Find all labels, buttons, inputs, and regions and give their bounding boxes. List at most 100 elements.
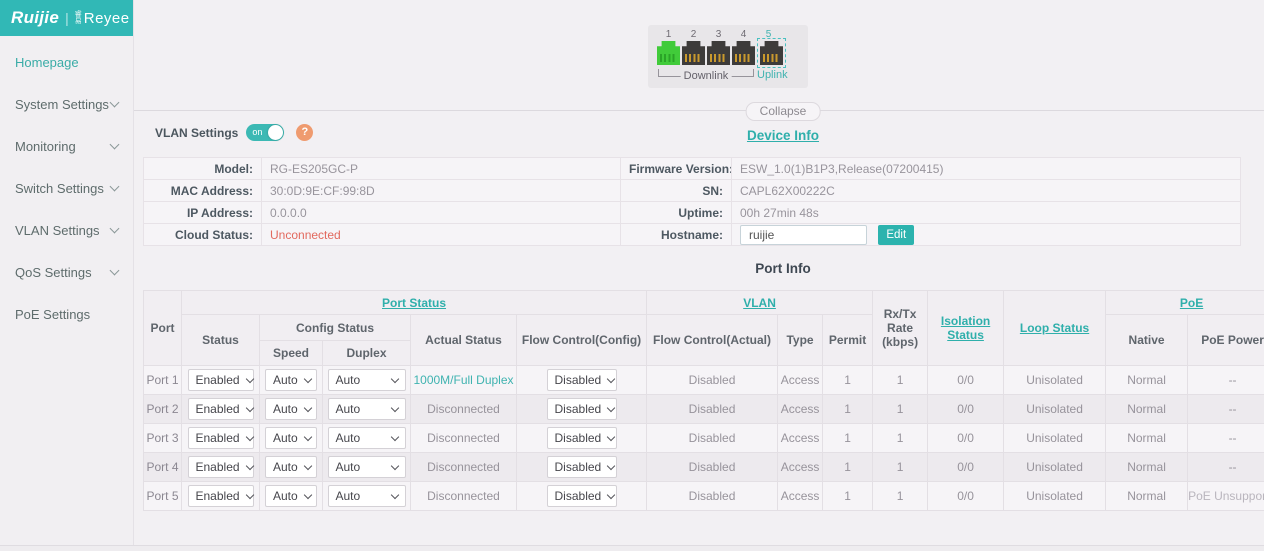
sidebar-item-switch-settings[interactable]: Switch Settings <box>0 167 133 209</box>
chevron-down-icon <box>390 461 398 469</box>
chevron-down-icon <box>110 265 120 275</box>
col-speed: Speed <box>260 341 323 366</box>
sidebar-item-label: Homepage <box>15 55 79 70</box>
duplex-select[interactable]: Auto <box>328 369 406 391</box>
table-row-port-5: Port 5 Enabled Auto Auto Disconnected Di… <box>144 482 1264 511</box>
port-cell: Port 5 <box>144 482 182 511</box>
isolation-status-link[interactable]: Isolation Status <box>941 314 990 342</box>
flow-control-select[interactable]: Disabled <box>547 485 617 507</box>
port-5-selection <box>760 41 783 65</box>
sidebar-item-vlan-settings[interactable]: VLAN Settings <box>0 209 133 251</box>
collapse-button[interactable]: Collapse <box>746 102 821 121</box>
status-select[interactable]: Enabled <box>188 427 254 449</box>
duplex-select[interactable]: Auto <box>328 398 406 420</box>
table-row: MAC Address: 30:0D:9E:CF:99:8D SN: CAPL6… <box>144 180 1241 202</box>
hostname-label: Hostname: <box>621 224 732 246</box>
rate-cell: 0/0 <box>928 424 1004 453</box>
port-cell: Port 4 <box>144 453 182 482</box>
select-value: Auto <box>273 373 298 387</box>
chevron-down-icon <box>110 181 120 191</box>
cloud-status-value: Unconnected <box>262 224 621 246</box>
edit-button[interactable]: Edit <box>878 225 914 245</box>
sidebar-item-label: PoE Settings <box>15 307 90 322</box>
loop-cell: Normal <box>1106 482 1188 511</box>
isolation-cell: Unisolated <box>1004 366 1106 395</box>
speed-select[interactable]: Auto <box>265 427 317 449</box>
sidebar-item-label: System Settings <box>15 97 109 112</box>
poe-power-cell: -- <box>1188 424 1264 453</box>
native-cell: 1 <box>873 366 928 395</box>
chevron-down-icon <box>303 374 311 382</box>
port-4-jack-icon[interactable] <box>732 41 755 65</box>
sidebar-item-label: QoS Settings <box>15 265 92 280</box>
flow-control-select[interactable]: Disabled <box>547 369 617 391</box>
isolation-cell: Unisolated <box>1004 395 1106 424</box>
flow-control-select[interactable]: Disabled <box>547 456 617 478</box>
status-select[interactable]: Enabled <box>188 456 254 478</box>
chevron-down-icon <box>390 432 398 440</box>
brand-logo: Ruijie | 睿易 Reyee <box>0 0 133 36</box>
uptime-value: 00h 27min 48s <box>732 202 1241 224</box>
firmware-label: Firmware Version: <box>621 158 732 180</box>
sidebar-item-qos-settings[interactable]: QoS Settings <box>0 251 133 293</box>
rate-cell: 0/0 <box>928 395 1004 424</box>
port-info-title: Port Info <box>134 261 1264 276</box>
select-value: Disabled <box>555 431 602 445</box>
vlan-link[interactable]: VLAN <box>743 296 776 310</box>
sidebar-item-system-settings[interactable]: System Settings <box>0 83 133 125</box>
duplex-select[interactable]: Auto <box>328 485 406 507</box>
device-info-heading: Device Info <box>134 128 1264 143</box>
port-2-jack-icon[interactable] <box>682 41 705 65</box>
chevron-down-icon <box>303 432 311 440</box>
col-permit: Permit <box>823 315 873 366</box>
permit-cell: 1 <box>823 482 873 511</box>
rj45-pins <box>710 54 727 62</box>
port-info-table: Port Port Status VLAN Rx/Tx Rate (kbps) … <box>143 290 1264 511</box>
rj45-pins <box>763 54 780 62</box>
bracket-tick <box>753 69 754 77</box>
loop-cell: Normal <box>1106 424 1188 453</box>
flow-control-select[interactable]: Disabled <box>547 427 617 449</box>
speed-select[interactable]: Auto <box>265 398 317 420</box>
select-value: Auto <box>273 431 298 445</box>
hostname-input[interactable] <box>740 225 867 245</box>
sidebar-item-poe-settings[interactable]: PoE Settings <box>0 293 133 335</box>
native-cell: 1 <box>873 424 928 453</box>
status-select[interactable]: Enabled <box>188 485 254 507</box>
port-5-jack-icon[interactable] <box>760 41 783 65</box>
loop-status-link[interactable]: Loop Status <box>1020 321 1089 335</box>
cloud-status-label: Cloud Status: <box>144 224 262 246</box>
type-cell: Access <box>778 453 823 482</box>
status-select[interactable]: Enabled <box>188 398 254 420</box>
port-status-link[interactable]: Port Status <box>382 296 446 310</box>
sidebar-nav: Homepage System Settings Monitoring Swit… <box>0 36 133 335</box>
select-value: Disabled <box>555 489 602 503</box>
poe-link[interactable]: PoE <box>1180 296 1203 310</box>
isolation-cell: Unisolated <box>1004 482 1106 511</box>
speed-select[interactable]: Auto <box>265 485 317 507</box>
sidebar-item-homepage[interactable]: Homepage <box>0 41 133 83</box>
speed-select[interactable]: Auto <box>265 369 317 391</box>
isolation-cell: Unisolated <box>1004 453 1106 482</box>
speed-select[interactable]: Auto <box>265 456 317 478</box>
actual-status-cell: Disconnected <box>411 424 517 453</box>
chevron-down-icon <box>245 432 253 440</box>
permit-cell: 1 <box>823 395 873 424</box>
rate-cell: 0/0 <box>928 453 1004 482</box>
port-3-jack-icon[interactable] <box>707 41 730 65</box>
duplex-select[interactable]: Auto <box>328 427 406 449</box>
port-1-jack-icon[interactable] <box>657 41 680 65</box>
sidebar-item-monitoring[interactable]: Monitoring <box>0 125 133 167</box>
device-info-link[interactable]: Device Info <box>747 128 819 143</box>
port-number-2: 2 <box>682 29 705 40</box>
bracket-tick <box>658 69 659 77</box>
status-select[interactable]: Enabled <box>188 369 254 391</box>
main-content: 1 2 3 4 5 Downlink <box>134 0 1264 551</box>
poe-power-cell: PoE Unsupported <box>1188 482 1264 511</box>
duplex-select[interactable]: Auto <box>328 456 406 478</box>
flow-control-select[interactable]: Disabled <box>547 398 617 420</box>
chevron-down-icon <box>245 374 253 382</box>
table-row: Cloud Status: Unconnected Hostname: Edit <box>144 224 1241 246</box>
poe-power-cell: -- <box>1188 395 1264 424</box>
port-cell: Port 1 <box>144 366 182 395</box>
